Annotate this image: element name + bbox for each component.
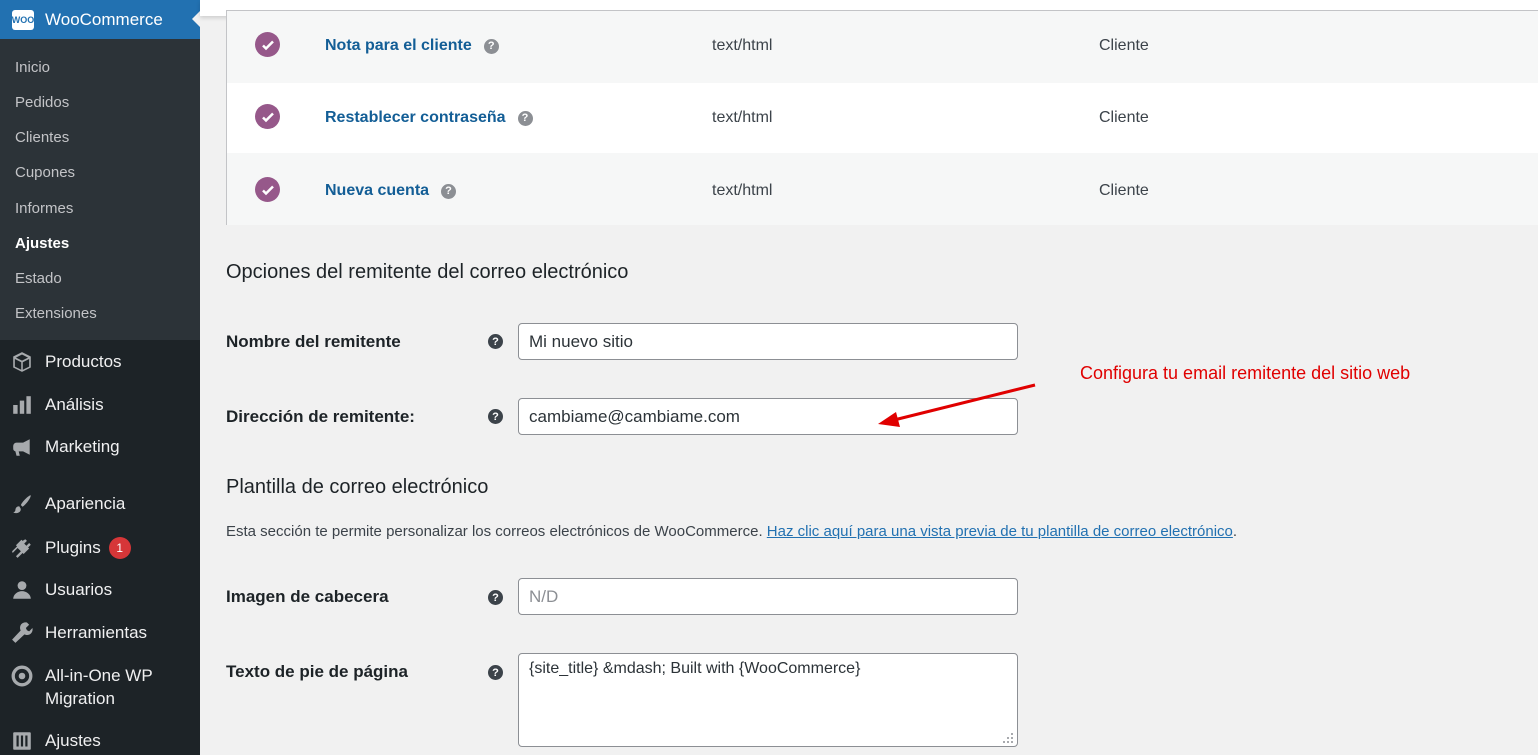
content-type: text/html [712, 109, 773, 126]
email-name-link[interactable]: Nota para el cliente ? [325, 37, 499, 55]
sidebar-item-label: Ajustes [45, 731, 101, 750]
help-icon[interactable]: ? [488, 409, 503, 424]
sidebar-item-woocommerce[interactable]: WOO WooCommerce [0, 0, 200, 39]
recipient: Cliente [1099, 37, 1149, 54]
sidebar-item-usuarios[interactable]: Usuarios [0, 578, 200, 602]
footer-text-label: Texto de pie de página [226, 662, 408, 681]
from-address-label: Dirección de remitente: [226, 407, 415, 426]
submenu-item-extensiones[interactable]: Extensiones [15, 305, 97, 322]
help-icon[interactable]: ? [483, 38, 499, 54]
sidebar-item-label: All-in-One WP Migration [45, 666, 153, 708]
from-name-input[interactable] [518, 323, 1018, 360]
megaphone-icon [10, 435, 34, 459]
email-notifications-table: Nota para el cliente ? text/html Cliente… [226, 10, 1538, 225]
sidebar-item-label: WooCommerce [45, 9, 163, 29]
sidebar-item-label: Marketing [45, 437, 120, 456]
header-image-label: Imagen de cabecera [226, 587, 389, 606]
sidebar-item-marketing[interactable]: Marketing [0, 435, 200, 459]
submenu-item-cupones[interactable]: Cupones [15, 164, 75, 181]
sidebar-item-plugins[interactable]: Plugins 1 [0, 536, 200, 560]
settings-icon [10, 729, 34, 753]
current-menu-arrow [192, 11, 200, 27]
content-type: text/html [712, 37, 773, 54]
sidebar-item-apariencia[interactable]: Apariencia [0, 492, 200, 516]
woocommerce-submenu: Inicio Pedidos Clientes Cupones Informes… [0, 39, 200, 340]
sidebar-item-ajustes[interactable]: Ajustes [0, 729, 200, 753]
paintbrush-icon [10, 492, 34, 516]
help-icon[interactable]: ? [488, 590, 503, 605]
admin-sidebar: WOO WooCommerce Inicio Pedidos Clientes … [0, 0, 200, 755]
update-count-badge: 1 [108, 537, 131, 559]
user-icon [10, 578, 34, 602]
recipient: Cliente [1099, 109, 1149, 126]
template-preview-link[interactable]: Haz clic aquí para una vista previa de t… [767, 523, 1233, 540]
sidebar-item-analisis[interactable]: Análisis [0, 393, 200, 417]
sidebar-item-label: Usuarios [45, 580, 113, 599]
content-type: text/html [712, 182, 773, 199]
check-icon [255, 32, 280, 57]
box-icon [10, 350, 34, 374]
bar-chart-icon [10, 393, 34, 417]
sidebar-item-label: Apariencia [45, 494, 126, 513]
sender-options-heading: Opciones del remitente del correo electr… [226, 261, 629, 283]
annotation-text: Configura tu email remitente del sitio w… [1080, 363, 1411, 383]
check-icon [255, 177, 280, 202]
email-name-link[interactable]: Restablecer contraseña ? [325, 109, 533, 127]
submenu-item-ajustes[interactable]: Ajustes [15, 235, 69, 252]
sidebar-item-all-in-one-wp-migration[interactable]: All-in-One WP Migration [0, 664, 200, 710]
sidebar-item-productos[interactable]: Productos [0, 350, 200, 374]
recipient: Cliente [1099, 182, 1149, 199]
submenu-item-inicio[interactable]: Inicio [15, 59, 50, 76]
help-icon[interactable]: ? [488, 665, 503, 680]
sidebar-item-label: Herramientas [45, 623, 148, 642]
sidebar-item-label: Plugins [45, 538, 101, 557]
woocommerce-icon: WOO [12, 9, 34, 30]
plug-icon [10, 536, 34, 560]
check-icon [255, 104, 280, 129]
sidebar-item-label: Productos [45, 352, 122, 371]
submenu-item-estado[interactable]: Estado [15, 270, 62, 287]
resize-grip-icon[interactable] [1002, 732, 1014, 744]
submenu-item-informes[interactable]: Informes [15, 200, 73, 217]
table-row: Nota para el cliente ? text/html Cliente [227, 11, 1538, 83]
help-icon[interactable]: ? [517, 110, 533, 126]
table-row: Nueva cuenta ? text/html Cliente [227, 153, 1538, 225]
footer-text-textarea[interactable]: {site_title} &mdash; Built with {WooComm… [518, 653, 1018, 747]
template-description: Esta sección te permite personalizar los… [226, 523, 1238, 540]
wrench-icon [10, 621, 34, 645]
annotation-arrow-icon [878, 383, 1036, 427]
migration-icon [10, 664, 34, 688]
sidebar-item-herramientas[interactable]: Herramientas [0, 621, 200, 645]
email-template-heading: Plantilla de correo electrónico [226, 476, 489, 498]
help-icon[interactable]: ? [488, 334, 503, 349]
from-name-label: Nombre del remitente [226, 332, 401, 351]
help-icon[interactable]: ? [441, 183, 457, 199]
submenu-item-clientes[interactable]: Clientes [15, 129, 69, 146]
header-image-input[interactable] [518, 578, 1018, 615]
submenu-item-pedidos[interactable]: Pedidos [15, 94, 69, 111]
email-name-link[interactable]: Nueva cuenta ? [325, 182, 457, 200]
sidebar-item-label: Análisis [45, 395, 104, 414]
table-row: Restablecer contraseña ? text/html Clien… [227, 81, 1538, 153]
